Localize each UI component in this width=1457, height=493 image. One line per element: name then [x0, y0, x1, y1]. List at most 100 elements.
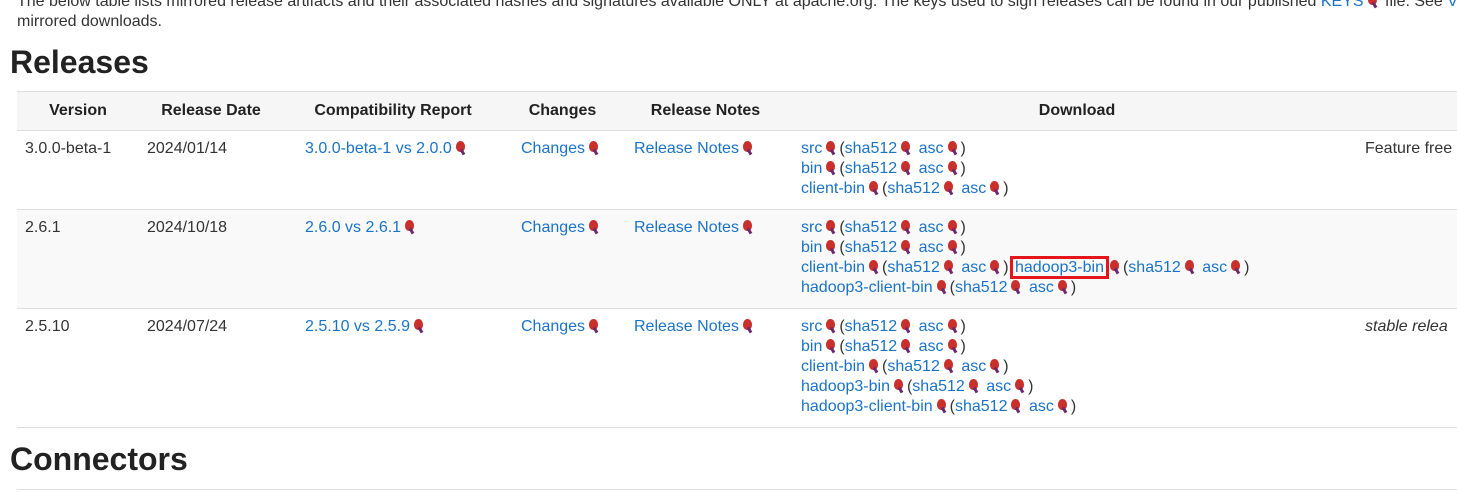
apache-feather-icon [893, 379, 905, 393]
download-link-hadoop3-bin[interactable]: hadoop3-bin [801, 378, 890, 395]
apache-feather-icon [588, 220, 600, 234]
version-cell: 2.6.1 [17, 209, 139, 309]
asc-link[interactable]: asc [919, 239, 944, 256]
compat-cell: 2.6.0 vs 2.6.1 [283, 209, 503, 309]
sha512-link[interactable]: sha512 [887, 180, 940, 197]
changes-link[interactable]: Changes [521, 318, 585, 335]
version-cell: 3.0.0-beta-1 [17, 130, 139, 210]
asc-link[interactable]: asc [1029, 279, 1054, 296]
sha512-link[interactable]: sha512 [845, 140, 898, 157]
version-text: 2.5.10 [25, 318, 70, 335]
version-text: 3.0.0-beta-1 [25, 140, 112, 157]
apache-feather-icon [968, 379, 980, 393]
asc-link[interactable]: asc [919, 140, 944, 157]
apache-feather-icon [1230, 260, 1242, 274]
download-link-src[interactable]: src [801, 219, 822, 236]
apache-feather-icon [989, 181, 1001, 195]
header-release-notes: Release Notes [622, 91, 789, 131]
sha512-link[interactable]: sha512 [845, 239, 898, 256]
connectors-divider [17, 489, 1457, 490]
release-date-text: 2024/07/24 [147, 318, 228, 335]
apache-feather-icon [825, 220, 837, 234]
sha512-link[interactable]: sha512 [845, 318, 898, 335]
release-notes-link[interactable]: Release Notes [634, 140, 739, 157]
asc-link[interactable]: asc [919, 318, 944, 335]
apache-feather-icon [947, 141, 959, 155]
apache-feather-icon [989, 359, 1001, 373]
download-link-bin[interactable]: bin [801, 239, 822, 256]
download-link-src[interactable]: src [801, 318, 822, 335]
apache-feather-icon [947, 220, 959, 234]
apache-feather-icon [1367, 0, 1379, 8]
header-extra [1365, 91, 1457, 131]
remark-cell: stable relea [1365, 308, 1457, 428]
release-notes-link[interactable]: Release Notes [634, 318, 739, 335]
download-link-src[interactable]: src [801, 140, 822, 157]
release-notes-cell: Release Notes [622, 130, 789, 210]
table-row: 2.5.10 2024/07/24 2.5.10 vs 2.5.9 Changes Re… [17, 308, 1457, 428]
asc-link[interactable]: asc [919, 160, 944, 177]
download-line: bin (sha512 asc) [801, 239, 966, 256]
download-line: client-bin (sha512 asc) hadoop3-bin (sha51… [801, 256, 1250, 279]
apache-feather-icon [825, 240, 837, 254]
download-link-bin[interactable]: bin [801, 338, 822, 355]
see-link[interactable]: V [1447, 0, 1457, 10]
sha512-link[interactable]: sha512 [955, 398, 1008, 415]
sha512-link[interactable]: sha512 [845, 160, 898, 177]
changes-link[interactable]: Changes [521, 219, 585, 236]
apache-feather-icon [947, 161, 959, 175]
compat-cell: 3.0.0-beta-1 vs 2.0.0 [283, 130, 503, 210]
download-link-client-bin[interactable]: client-bin [801, 180, 865, 197]
compat-report-link[interactable]: 3.0.0-beta-1 vs 2.0.0 [305, 140, 452, 157]
apache-feather-icon [936, 280, 948, 294]
sha512-link[interactable]: sha512 [845, 219, 898, 236]
apache-feather-icon [989, 260, 1001, 274]
release-notes-link[interactable]: Release Notes [634, 219, 739, 236]
remark-text: Feature free [1365, 140, 1453, 157]
download-line: bin (sha512 asc) [801, 160, 966, 177]
asc-link[interactable]: asc [986, 378, 1011, 395]
download-line: hadoop3-client-bin (sha512 asc) [801, 279, 1077, 296]
download-link-hadoop3-client-bin[interactable]: hadoop3-client-bin [801, 279, 933, 296]
download-line: src (sha512 asc) [801, 318, 966, 335]
keys-link[interactable]: KEYS [1321, 0, 1364, 10]
apache-feather-icon [588, 141, 600, 155]
header-compatibility-report: Compatibility Report [283, 91, 503, 131]
asc-link[interactable]: asc [919, 219, 944, 236]
apache-feather-icon [413, 319, 425, 333]
download-link-client-bin[interactable]: client-bin [801, 358, 865, 375]
header-changes: Changes [503, 91, 622, 131]
sha512-link[interactable]: sha512 [955, 279, 1008, 296]
changes-link[interactable]: Changes [521, 140, 585, 157]
asc-link[interactable]: asc [961, 358, 986, 375]
apache-feather-icon [588, 319, 600, 333]
asc-link[interactable]: asc [961, 259, 986, 276]
asc-link[interactable]: asc [919, 338, 944, 355]
apache-feather-icon [947, 240, 959, 254]
apache-feather-icon [825, 319, 837, 333]
changes-cell: Changes [503, 209, 622, 309]
apache-feather-icon [900, 319, 912, 333]
sha512-link[interactable]: sha512 [887, 259, 940, 276]
sha512-link[interactable]: sha512 [1128, 259, 1181, 276]
download-link-client-bin[interactable]: client-bin [801, 259, 865, 276]
header-release-date: Release Date [139, 91, 283, 131]
apache-feather-icon [1184, 260, 1196, 274]
download-line: hadoop3-bin (sha512 asc) [801, 378, 1034, 395]
sha512-link[interactable]: sha512 [912, 378, 965, 395]
compat-report-link[interactable]: 2.5.10 vs 2.5.9 [305, 318, 410, 335]
sha512-link[interactable]: sha512 [845, 338, 898, 355]
changes-cell: Changes [503, 308, 622, 428]
download-link-hadoop3-bin[interactable]: hadoop3-bin [1010, 256, 1109, 279]
download-link-bin[interactable]: bin [801, 160, 822, 177]
asc-link[interactable]: asc [1029, 398, 1054, 415]
download-line: bin (sha512 asc) [801, 338, 966, 355]
apache-feather-icon [900, 220, 912, 234]
sha512-link[interactable]: sha512 [887, 358, 940, 375]
download-link-hadoop3-client-bin[interactable]: hadoop3-client-bin [801, 398, 933, 415]
apache-feather-icon [742, 141, 754, 155]
compat-report-link[interactable]: 2.6.0 vs 2.6.1 [305, 219, 401, 236]
apache-feather-icon [943, 260, 955, 274]
asc-link[interactable]: asc [1202, 259, 1227, 276]
asc-link[interactable]: asc [961, 180, 986, 197]
